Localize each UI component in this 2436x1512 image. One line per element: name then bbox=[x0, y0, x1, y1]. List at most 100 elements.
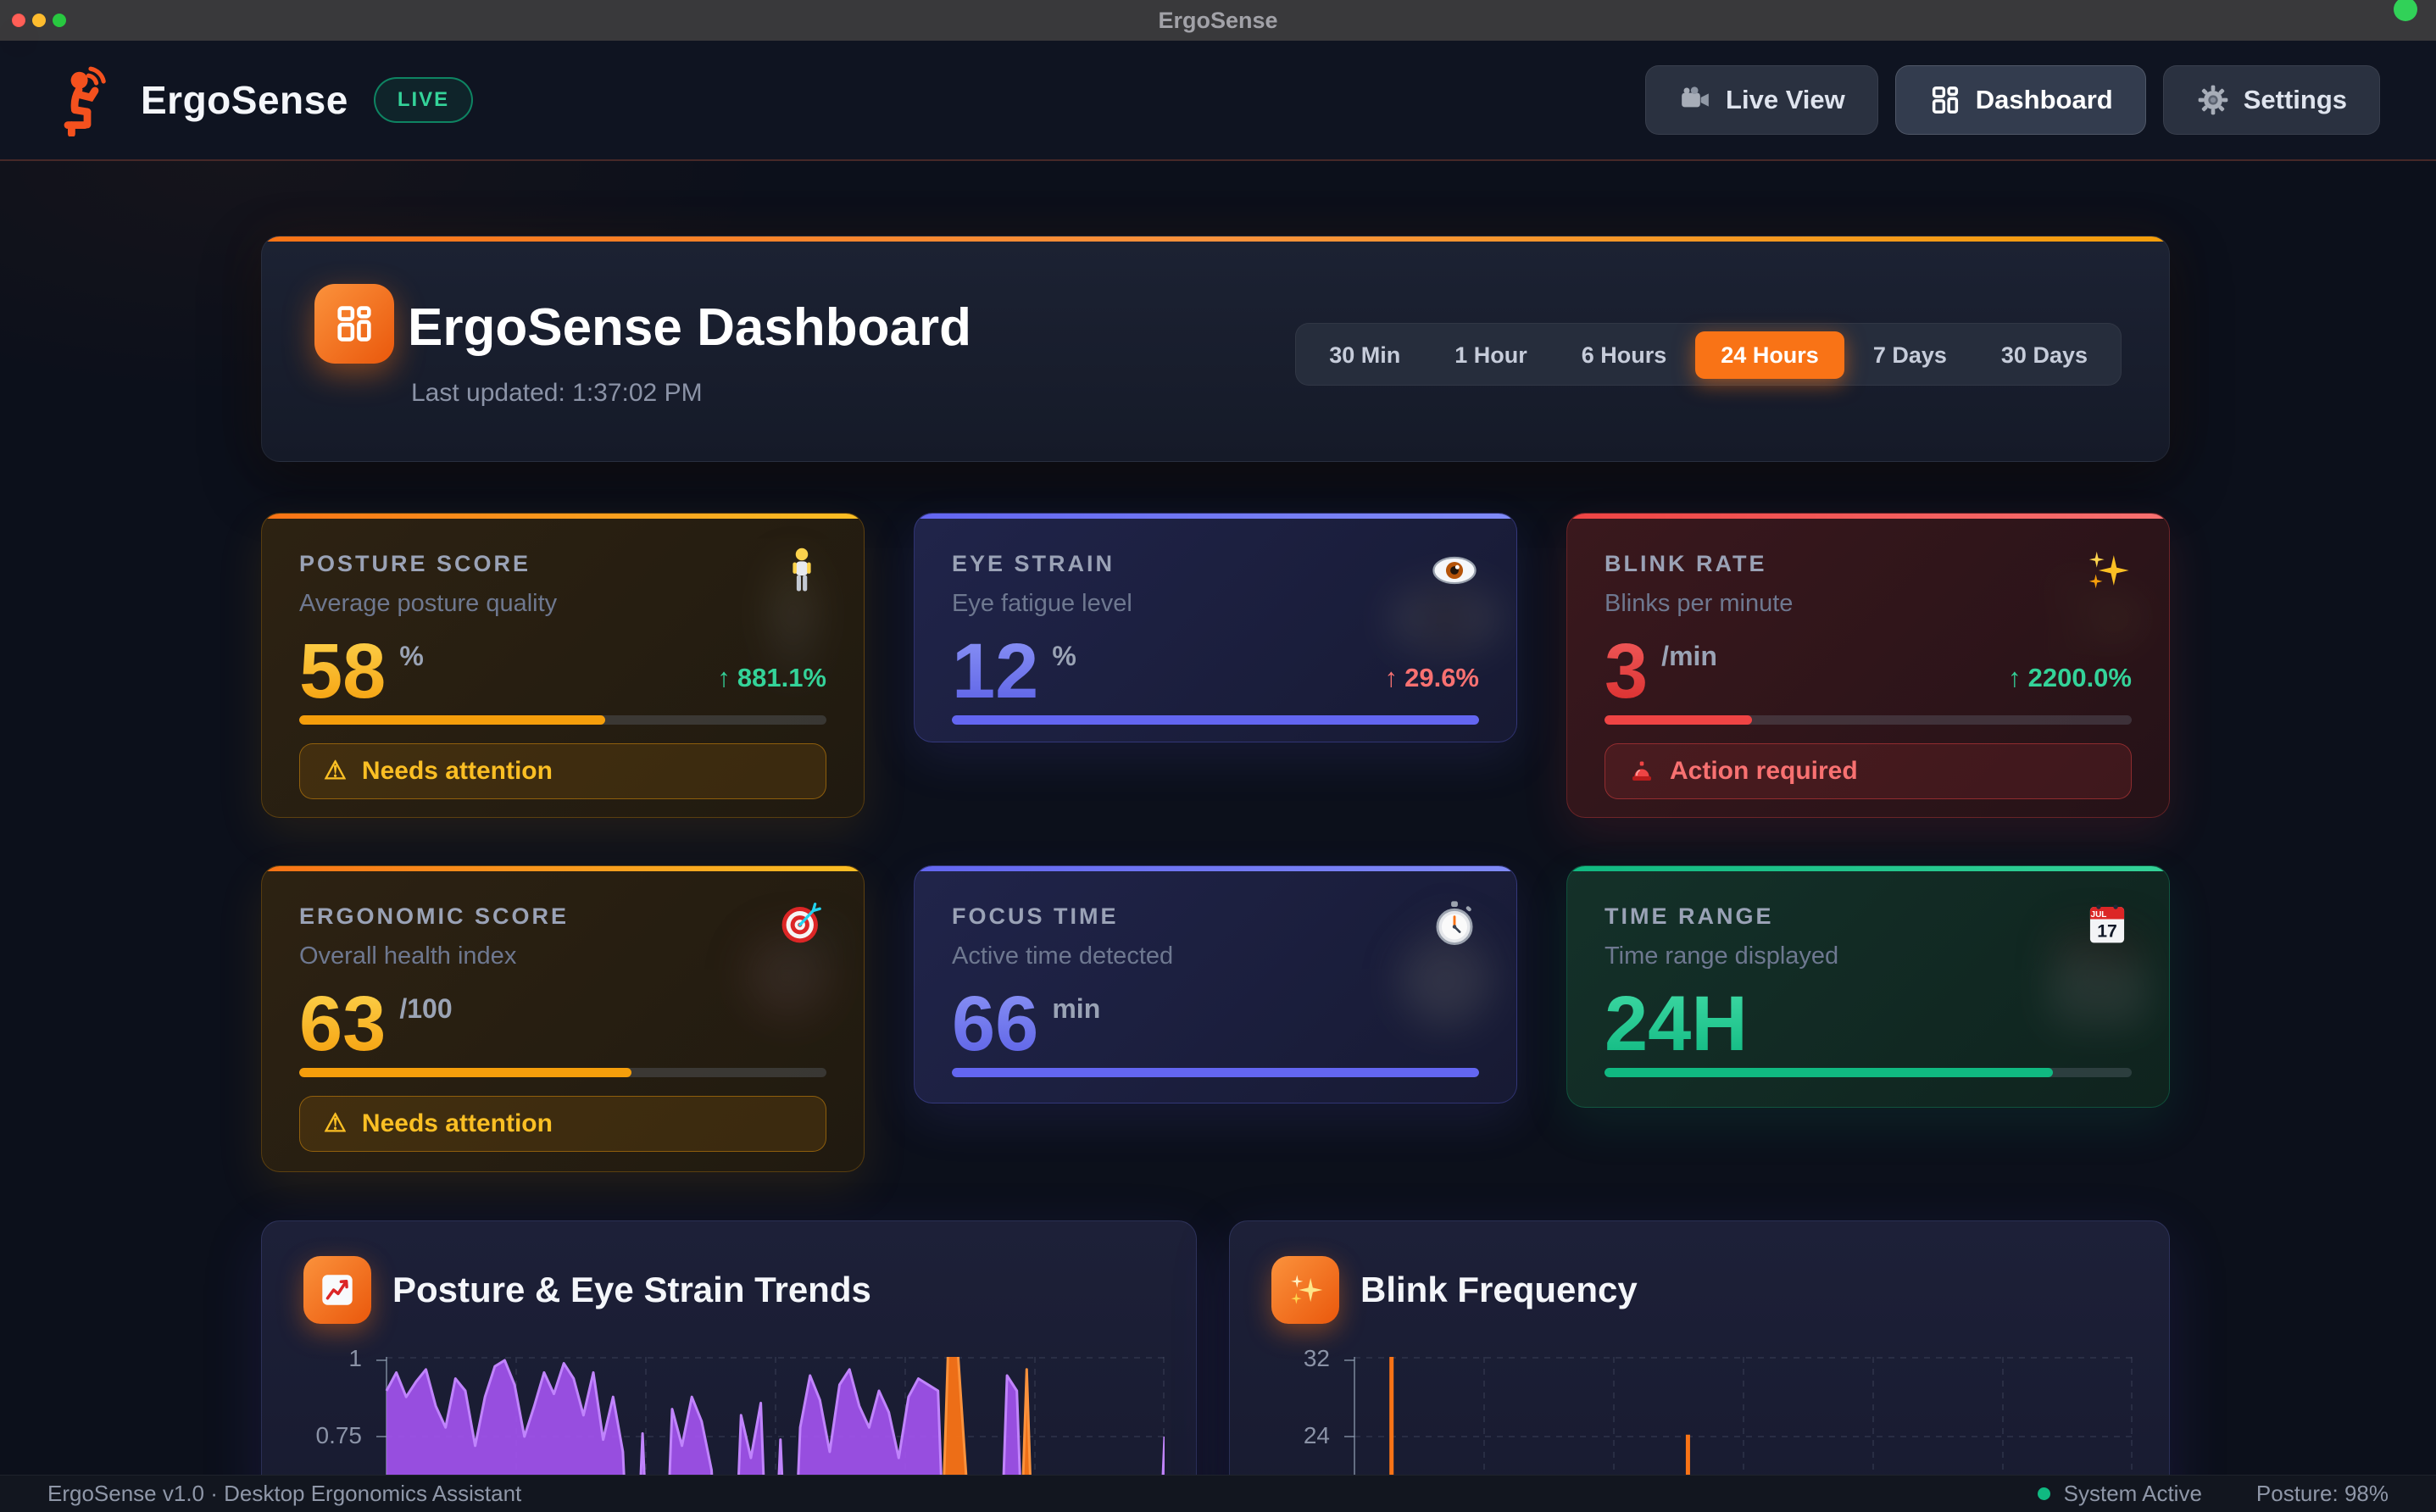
ergosense-window: ErgoSense ErgoSense LIVE bbox=[0, 0, 2436, 1512]
status-badge: Action required bbox=[1605, 743, 2132, 799]
live-badge: LIVE bbox=[374, 77, 473, 123]
metric-unit: /min bbox=[1661, 641, 1717, 672]
metric-value: 12 bbox=[952, 632, 1038, 710]
trend-value: 29.6% bbox=[1404, 663, 1479, 693]
titlebar: ErgoSense bbox=[0, 0, 2436, 41]
blink-frequency-chart-card: Blink Frequency 32 24 bbox=[1229, 1220, 2170, 1512]
range-30min-button[interactable]: 30 Min bbox=[1304, 331, 1426, 379]
nav-settings-button[interactable]: Settings bbox=[2163, 65, 2380, 135]
metric-label: BLINK RATE bbox=[1605, 551, 1767, 577]
dashboard-grid-icon bbox=[1928, 83, 1962, 117]
progress-fill bbox=[952, 715, 1479, 725]
time-range-card: TIME RANGE Time range displayed JUL 17 J… bbox=[1566, 865, 2170, 1108]
nav-label: Settings bbox=[2244, 85, 2347, 115]
ergosense-logo-icon bbox=[58, 64, 119, 136]
posture-eye-strain-trends-chart-card: Posture & Eye Strain Trends 1 0.75 bbox=[261, 1220, 1197, 1512]
nav-dashboard-button[interactable]: Dashboard bbox=[1895, 65, 2146, 135]
svg-text:17: 17 bbox=[2072, 965, 2124, 1018]
metric-label: EYE STRAIN bbox=[952, 551, 1115, 577]
metric-sublabel: Eye fatigue level bbox=[952, 590, 1132, 618]
metric-sublabel: Blinks per minute bbox=[1605, 590, 1793, 618]
accent-stripe bbox=[262, 236, 2169, 242]
system-active-dot-icon bbox=[2038, 1487, 2050, 1500]
metric-sublabel: Active time detected bbox=[952, 942, 1173, 970]
metric-unit: /100 bbox=[399, 993, 452, 1025]
metric-value: 3 bbox=[1605, 632, 1648, 710]
dashboard-grid-icon bbox=[314, 284, 394, 364]
y-axis-tick-label: 24 bbox=[1252, 1422, 1330, 1449]
nav-label: Dashboard bbox=[1976, 85, 2113, 115]
posture-status-text: Posture: 98% bbox=[2256, 1481, 2389, 1507]
brand-name: ErgoSense bbox=[141, 77, 348, 123]
status-badge-text: Action required bbox=[1670, 757, 1858, 786]
stopwatch-icon bbox=[1430, 898, 1479, 948]
metric-value: 58 bbox=[299, 632, 386, 710]
metric-unit: % bbox=[1052, 641, 1076, 672]
eye-strain-card: EYE STRAIN Eye fatigue level 12 % ↑ 29.6… bbox=[914, 513, 1517, 742]
progress-track bbox=[299, 715, 826, 725]
page-title: ErgoSense Dashboard bbox=[408, 297, 971, 358]
metric-sublabel: Time range displayed bbox=[1605, 942, 1838, 970]
progress-fill bbox=[299, 1068, 631, 1077]
progress-fill bbox=[1605, 1068, 2053, 1077]
range-6hours-button[interactable]: 6 Hours bbox=[1556, 331, 1693, 379]
range-30days-button[interactable]: 30 Days bbox=[1976, 331, 2113, 379]
gear-icon bbox=[2196, 83, 2230, 117]
trend-value: 2200.0% bbox=[2028, 663, 2132, 693]
status-badge-text: Needs attention bbox=[362, 757, 553, 786]
progress-fill bbox=[299, 715, 605, 725]
warning-icon: ⚠ bbox=[324, 1111, 347, 1137]
posture-score-card: POSTURE SCORE Average posture quality bbox=[261, 513, 865, 818]
blink-rate-card: BLINK RATE Blinks per minute 3 /min ↑ 22… bbox=[1566, 513, 2170, 818]
trend-up-arrow-icon: ↑ bbox=[1385, 663, 1399, 693]
metric-unit: min bbox=[1052, 993, 1100, 1025]
focus-time-card: FOCUS TIME Active time detected bbox=[914, 865, 1517, 1103]
eye-icon bbox=[1430, 546, 1479, 595]
warning-icon: ⚠ bbox=[324, 759, 347, 784]
target-icon bbox=[777, 898, 826, 948]
range-7days-button[interactable]: 7 Days bbox=[1848, 331, 1972, 379]
metric-label: FOCUS TIME bbox=[952, 903, 1119, 930]
dashboard-header-card: ErgoSense Dashboard Last updated: 1:37:0… bbox=[261, 236, 2170, 462]
metric-value: 66 bbox=[952, 985, 1038, 1063]
svg-text:17: 17 bbox=[2097, 922, 2117, 942]
time-range-selector: 30 Min 1 Hour 6 Hours 24 Hours 7 Days 30… bbox=[1295, 323, 2122, 386]
status-badge: ⚠ Needs attention bbox=[299, 743, 826, 799]
range-1hour-button[interactable]: 1 Hour bbox=[1429, 331, 1553, 379]
svg-text:JUL: JUL bbox=[2091, 910, 2107, 920]
metric-unit: % bbox=[399, 641, 423, 672]
nav-live-view-button[interactable]: Live View bbox=[1645, 65, 1878, 135]
nav-label: Live View bbox=[1726, 85, 1845, 115]
status-badge-text: Needs attention bbox=[362, 1109, 553, 1138]
minimize-window-button[interactable] bbox=[32, 14, 46, 27]
window-title: ErgoSense bbox=[1158, 8, 1277, 34]
last-updated-text: Last updated: 1:37:02 PM bbox=[411, 379, 703, 408]
progress-track bbox=[1605, 715, 2132, 725]
zoom-window-button[interactable] bbox=[53, 14, 66, 27]
trend-up-arrow-icon: ↑ bbox=[2008, 663, 2022, 693]
siren-icon bbox=[1629, 759, 1655, 784]
metric-label: TIME RANGE bbox=[1605, 903, 1774, 930]
chart-title: Blink Frequency bbox=[1360, 1256, 1638, 1324]
trend-up-arrow-icon: ↑ bbox=[717, 663, 731, 693]
y-axis-tick-label: 1 bbox=[284, 1345, 362, 1372]
progress-fill bbox=[1605, 715, 1752, 725]
trend-indicator: ↑ 2200.0% bbox=[2008, 663, 2132, 693]
range-24hours-button[interactable]: 24 Hours bbox=[1695, 331, 1844, 379]
video-camera-icon bbox=[1678, 83, 1712, 117]
progress-fill bbox=[952, 1068, 1479, 1077]
metric-label: ERGONOMIC SCORE bbox=[299, 903, 569, 930]
metric-value: 24H bbox=[1605, 985, 1748, 1063]
status-bar: ErgoSense v1.0 · Desktop Ergonomics Assi… bbox=[0, 1475, 2436, 1512]
close-window-button[interactable] bbox=[12, 14, 25, 27]
person-standing-icon bbox=[777, 546, 826, 595]
trend-indicator: ↑ 881.1% bbox=[717, 663, 826, 693]
sparkles-icon bbox=[2083, 546, 2132, 595]
trend-value: 881.1% bbox=[737, 663, 826, 693]
trend-indicator: ↑ 29.6% bbox=[1385, 663, 1479, 693]
chart-increasing-icon bbox=[303, 1256, 371, 1324]
main-nav: Live View Dashboard bbox=[1645, 65, 2380, 135]
sparkles-icon bbox=[1271, 1256, 1339, 1324]
metric-value: 63 bbox=[299, 985, 386, 1063]
progress-track bbox=[952, 1068, 1479, 1077]
